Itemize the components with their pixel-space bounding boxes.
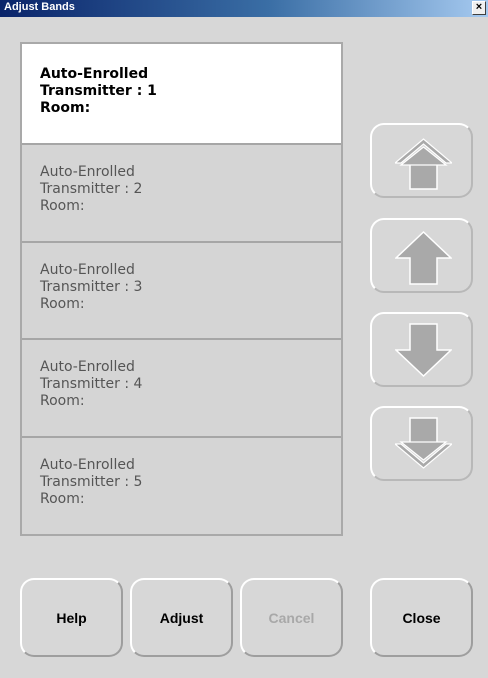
- band-status: Auto-Enrolled: [40, 163, 135, 180]
- adjust-button[interactable]: Adjust: [130, 578, 233, 657]
- band-transmitter: Transmitter : 5: [40, 474, 143, 491]
- band-status: Auto-Enrolled: [40, 261, 135, 278]
- band-room: Room:: [40, 100, 91, 116]
- up-arrow-icon: [395, 230, 452, 285]
- double-down-arrow-icon: [395, 417, 452, 469]
- title-bar: Adjust Bands ×: [0, 0, 488, 17]
- band-item-1[interactable]: Auto-Enrolled Transmitter : 1 Room:: [22, 44, 341, 145]
- close-button[interactable]: Close: [370, 578, 473, 657]
- move-to-bottom-button[interactable]: [370, 406, 473, 481]
- down-arrow-icon: [395, 323, 452, 378]
- band-transmitter: Transmitter : 4: [40, 376, 143, 393]
- band-item-3[interactable]: Auto-Enrolled Transmitter : 3 Room:: [22, 242, 341, 341]
- band-room: Room:: [40, 197, 85, 214]
- double-up-arrow-icon: [395, 138, 452, 190]
- band-room: Room:: [40, 491, 85, 508]
- move-down-button[interactable]: [370, 312, 473, 387]
- move-to-top-button[interactable]: [370, 123, 473, 198]
- band-status: Auto-Enrolled: [40, 457, 135, 474]
- band-status: Auto-Enrolled: [40, 66, 149, 82]
- band-transmitter: Transmitter : 2: [40, 180, 143, 197]
- cancel-button[interactable]: Cancel: [240, 578, 343, 657]
- band-list: Auto-Enrolled Transmitter : 1 Room: Auto…: [20, 42, 343, 536]
- help-button[interactable]: Help: [20, 578, 123, 657]
- band-status: Auto-Enrolled: [40, 359, 135, 376]
- window-title: Adjust Bands: [4, 1, 75, 13]
- close-window-button[interactable]: ×: [472, 1, 486, 15]
- band-transmitter: Transmitter : 3: [40, 278, 143, 295]
- move-up-button[interactable]: [370, 218, 473, 293]
- band-item-5[interactable]: Auto-Enrolled Transmitter : 5 Room:: [22, 438, 341, 534]
- band-item-2[interactable]: Auto-Enrolled Transmitter : 2 Room:: [22, 144, 341, 243]
- band-transmitter: Transmitter : 1: [40, 83, 157, 99]
- band-room: Room:: [40, 295, 85, 312]
- band-room: Room:: [40, 393, 85, 410]
- band-item-4[interactable]: Auto-Enrolled Transmitter : 4 Room:: [22, 340, 341, 439]
